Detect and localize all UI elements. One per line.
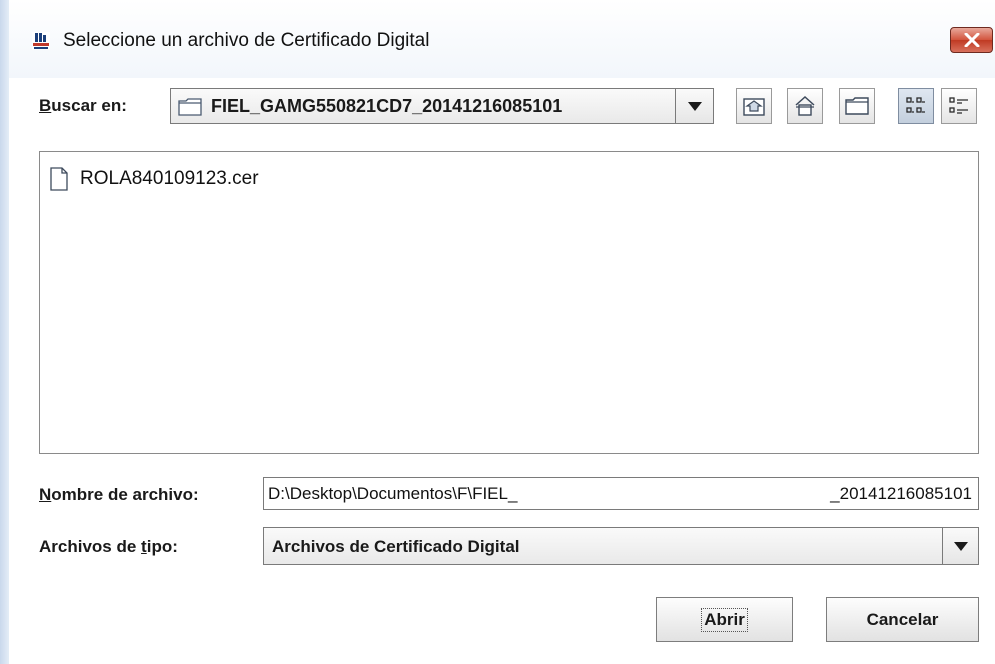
chevron-down-icon: [687, 101, 702, 111]
folder-icon: [178, 98, 202, 116]
close-icon: [964, 33, 979, 47]
list-view-icon: [906, 97, 925, 113]
filename-label: Nombre de archivo:: [39, 485, 199, 504]
file-list[interactable]: ROLA840109123.cer: [39, 151, 979, 454]
up-one-level-button[interactable]: [736, 88, 772, 124]
details-view-icon: [949, 97, 968, 114]
details-view-button[interactable]: [941, 88, 977, 124]
cancel-button-label: Cancelar: [866, 609, 939, 629]
home-icon: [795, 95, 815, 116]
up-folder-icon: [743, 98, 765, 116]
close-button[interactable]: [950, 27, 993, 53]
filename-value-start: D:\Desktop\Documentos\F\FIEL_: [268, 484, 518, 503]
open-button[interactable]: Abrir: [656, 597, 793, 642]
window-left-edge: [0, 0, 9, 664]
new-folder-button[interactable]: [839, 88, 875, 124]
chevron-down-icon: [953, 541, 968, 551]
file-icon: [50, 167, 68, 191]
cancel-button[interactable]: Cancelar: [826, 597, 979, 642]
filetype-selected: Archivos de Certificado Digital: [272, 537, 520, 556]
filename-input[interactable]: D:\Desktop\Documentos\F\FIEL_ _201412160…: [263, 477, 979, 510]
list-view-button[interactable]: [898, 88, 934, 124]
lookin-combo[interactable]: FIEL_GAMG550821CD7_20141216085101: [170, 88, 714, 124]
lookin-dropdown-button[interactable]: [675, 89, 713, 123]
file-name: ROLA840109123.cer: [80, 168, 259, 189]
open-button-label: Abrir: [701, 607, 748, 632]
app-icon: [31, 31, 51, 51]
window-title: Seleccione un archivo de Certificado Dig…: [63, 30, 430, 51]
filetype-dropdown-button[interactable]: [942, 528, 978, 564]
filetype-combo[interactable]: Archivos de Certificado Digital: [263, 527, 979, 565]
home-button[interactable]: [787, 88, 823, 124]
title-bar: Seleccione un archivo de Certificado Dig…: [9, 0, 995, 78]
current-folder: FIEL_GAMG550821CD7_20141216085101: [211, 96, 563, 116]
filename-value-end: _20141216085101: [830, 484, 972, 503]
list-item[interactable]: ROLA840109123.cer: [50, 167, 259, 191]
lookin-label: Buscar en:: [39, 96, 127, 115]
new-folder-icon: [845, 97, 869, 115]
filetype-label: Archivos de tipo:: [39, 537, 178, 556]
